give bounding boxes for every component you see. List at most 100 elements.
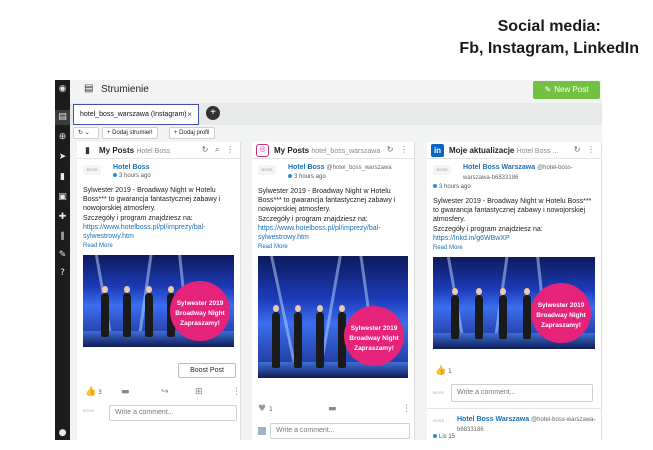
post-author[interactable]: Hotel Boss Warszawa @hotel-boss-warszawa… [463,163,595,183]
post-body: Sylwester 2019 - Broadway Night w Hotelu… [433,198,592,224]
like-count: 1 [448,368,452,375]
post: BOSS Hotel Boss @hotel_boss_warszawa 3 h… [252,159,414,379]
post-time: 3 hours ago [433,183,595,192]
column-title-text: My Posts [99,146,135,155]
like-icon[interactable]: 👍 [85,387,96,397]
profile-icon[interactable]: ● [55,426,70,440]
globe-icon [433,434,437,438]
column-actions[interactable]: ↻ ⋮ [387,145,410,154]
read-more-link[interactable]: Read More [258,244,408,250]
apps-icon[interactable]: ✚ [55,210,70,225]
badge-line: Broadway Night [175,310,225,318]
comment-input[interactable]: Write a comment... [109,405,237,421]
analytics-icon[interactable]: ▮ [55,170,70,185]
column-actions[interactable]: ↻ ⌕ ⋮ [202,145,236,155]
share-icon[interactable]: ↪ [161,387,169,397]
column-title: Moje aktualizacje Hotel Boss ... [449,146,558,155]
post-text: Sylwester 2019 - Broadway Night w Hotelu… [258,187,408,242]
read-more-link[interactable]: Read More [83,243,234,249]
post-link[interactable]: https://lnkd.in/g6WBwXP [433,235,510,242]
comment-input[interactable]: Write a comment... [451,384,593,402]
publisher-icon[interactable]: ➤ [55,150,70,165]
new-post-button[interactable]: ✎ New Post [533,81,600,99]
column-actions[interactable]: ↻ ⋮ [574,145,597,154]
headline-line2: Fb, Instagram, LinkedIn [459,40,639,57]
column-title: My Posts Hotel Boss [99,146,170,155]
stream-column-instagram: ◎ My Posts hotel_boss_warszawa ↻ ⋮ BOSS … [252,142,415,440]
comment-icon[interactable]: ▬ [121,387,130,397]
commenter-avatar: BOSS [433,390,445,395]
badge-line: Zapraszamy! [541,322,581,330]
badge-line: Sylwester 2019 [350,325,398,333]
inbox-icon[interactable]: ⊕ [55,130,70,145]
more-icon[interactable]: ⋮ [402,404,411,414]
like-icon[interactable]: 👍 [435,366,446,376]
comment-icon[interactable]: ▬ [328,404,337,414]
event-badge: Sylwester 2019 Broadway Night Zapraszamy… [344,306,404,367]
column-header: ◎ My Posts hotel_boss_warszawa ↻ ⋮ [252,142,414,159]
post-link[interactable]: https://www.hotelboss.pl/pl/imprezy/bal-… [83,224,206,240]
tools-icon[interactable]: ✎ [55,248,70,263]
add-to-icon[interactable]: ⊞ [195,387,203,397]
boost-post-button[interactable]: Boost Post [178,363,236,378]
owl-logo-icon[interactable]: ◉ [55,82,70,97]
add-stream-button[interactable]: + Dodaj strumień [102,127,158,139]
post-actions: 👍 1 [427,366,601,380]
column-title-text: My Posts [274,146,310,155]
ads-icon[interactable]: ⫼ [55,230,70,245]
avatar: BOSS [258,165,276,175]
compose-icon: ✎ [544,85,552,94]
post-time: Lis 15 [433,434,455,440]
help-icon[interactable]: ? [55,266,70,281]
post-image[interactable]: Sylwester 2019 Broadway Night Zapraszamy… [83,255,234,348]
close-tab-icon[interactable]: × [187,105,192,124]
post-author[interactable]: Hotel Boss @hotel_boss_warszawa [288,163,408,173]
add-profile-button[interactable]: + Dodaj profil [169,127,215,139]
assignments-icon[interactable]: ▣ [55,190,70,205]
add-tab-button[interactable]: + [206,106,220,120]
post-image[interactable]: Sylwester 2019 Broadway Night Zapraszamy… [433,257,595,350]
post-body: Sylwester 2019 - Broadway Night w Hotelu… [258,188,396,214]
linkedin-icon: in [431,144,444,157]
tab-hotel-boss-instagram[interactable]: hotel_boss_warszawa (Instagram) × [73,104,199,125]
commenter-avatar: BOSS [83,408,95,413]
facebook-icon: ▮ [85,145,90,155]
event-badge: Sylwester 2019 Broadway Night Zapraszamy… [170,281,230,342]
post-author[interactable]: Hotel Boss Warszawa @hotel-boss-warszawa… [457,415,597,435]
tab-bar: hotel_boss_warszawa (Instagram) × + [70,103,602,125]
comment-input[interactable]: Write a comment... [270,423,410,439]
post: BOSS Hotel Boss 3 hours ago Sylwester 20… [77,159,240,348]
like-count: 1 [269,406,273,413]
column-header: ▮ My Posts Hotel Boss ↻ ⌕ ⋮ [77,142,240,159]
post-time-text: Lis 15 [439,434,456,440]
read-more-link[interactable]: Read More [433,245,595,251]
badge-line: Sylwester 2019 [537,302,585,310]
column-header: in Moje aktualizacje Hotel Boss ... ↻ ⋮ [427,142,601,159]
post-author-name: Hotel Boss [288,164,325,171]
column-title: My Posts hotel_boss_warszawa [274,146,380,155]
more-icon[interactable]: ⋮ [232,387,240,397]
post-body: Sylwester 2019 - Broadway Night w Hotelu… [83,187,221,213]
post-author[interactable]: Hotel Boss [113,163,234,172]
heart-icon[interactable]: ♥ [258,404,266,414]
headline-line1: Social media: [497,18,601,35]
post-handle: @hotel_boss_warszawa [326,165,392,171]
post-body-2: Szczegóły i program znajdziesz na: [258,215,368,223]
refresh-dropdown-button[interactable]: ↻ ⌄ [73,127,99,139]
next-post: BOSS Hotel Boss Warszawa @hotel-boss-war… [427,408,601,440]
instagram-icon: ◎ [256,144,269,157]
badge-line: Broadway Night [349,335,399,343]
post-time: 3 hours ago [288,173,408,182]
like-count: 3 [98,389,102,396]
column-subtitle: hotel_boss_warszawa [311,148,381,155]
post-link[interactable]: https://www.hotelboss.pl/pl/imprezy/bal-… [258,225,381,241]
post-actions: 👍 3 ▬ ↪ ⊞ ⋮ [77,387,240,401]
streams-icon[interactable]: ▤ [55,110,70,125]
stream-column-facebook: ▮ My Posts Hotel Boss ↻ ⌕ ⋮ BOSS Hotel B… [77,142,241,440]
post-image[interactable]: Sylwester 2019 Broadway Night Zapraszamy… [258,256,408,379]
post-time-text: 3 hours ago [439,184,471,190]
badge-line: Zapraszamy! [354,345,394,353]
commenter-avatar [258,427,266,435]
post-time: 3 hours ago [113,172,234,181]
post-time-text: 3 hours ago [119,173,151,179]
